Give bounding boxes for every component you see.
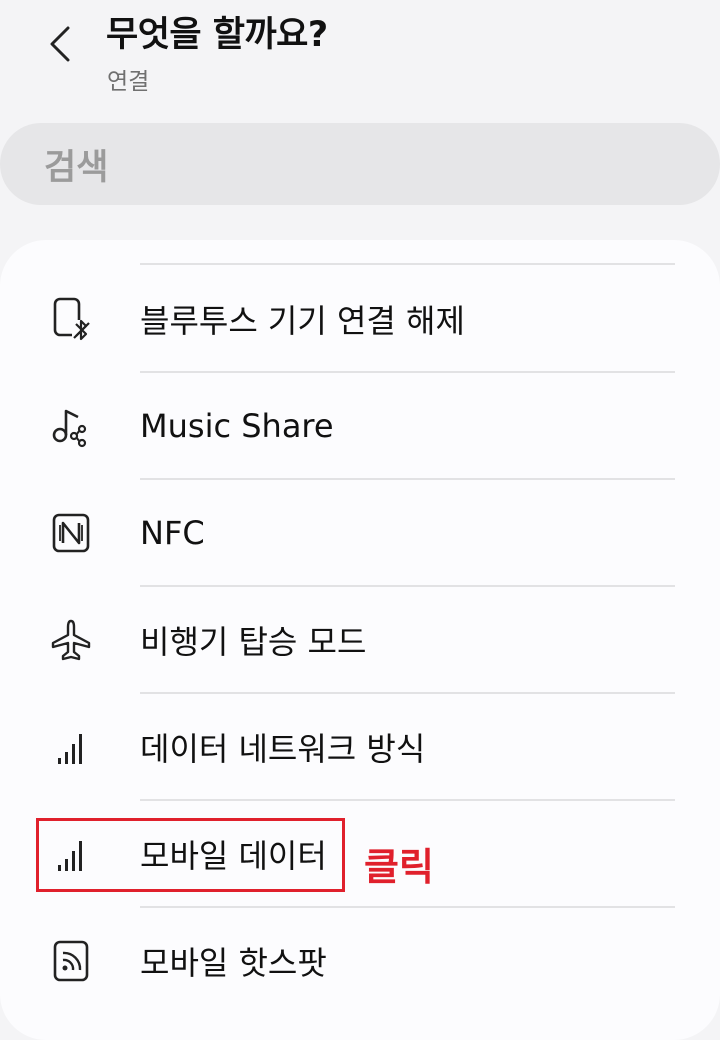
list-item-label: 모바일 핫스팟 [140, 944, 327, 982]
click-annotation: 클릭 [364, 845, 434, 889]
nfc-icon [46, 508, 96, 558]
chevron-left-icon [50, 26, 70, 62]
list-item-label: 비행기 탑승 모드 [140, 623, 367, 661]
search-bar[interactable]: 검색 [0, 123, 720, 205]
list-item-label: 블루투스 기기 연결 해제 [140, 302, 465, 340]
list-item-label: 데이터 네트워크 방식 [140, 730, 426, 768]
signal-bars-icon [46, 722, 96, 772]
back-button[interactable] [40, 22, 80, 66]
music-share-icon [46, 401, 96, 451]
list-item-nfc[interactable]: NFC [0, 480, 720, 586]
highlight-box [36, 818, 345, 892]
hotspot-icon [46, 936, 96, 986]
list-item-label: Music Share [140, 407, 334, 445]
airplane-icon [46, 615, 96, 665]
search-label: 검색 [44, 147, 109, 188]
list-item-label: NFC [140, 514, 205, 552]
list-item-airplane-mode[interactable]: 비행기 탑승 모드 [0, 587, 720, 693]
list-item-mobile-hotspot[interactable]: 모바일 핫스팟 [0, 908, 720, 1014]
bluetooth-disconnect-icon [46, 294, 96, 344]
page-subtitle: 연결 [107, 69, 150, 95]
page-title: 무엇을 할까요? [106, 15, 328, 55]
list-item-network-mode[interactable]: 데이터 네트워크 방식 [0, 694, 720, 800]
divider [140, 263, 675, 265]
list-item-music-share[interactable]: Music Share [0, 373, 720, 479]
list-item-bluetooth-disconnect[interactable]: 블루투스 기기 연결 해제 [0, 266, 720, 372]
